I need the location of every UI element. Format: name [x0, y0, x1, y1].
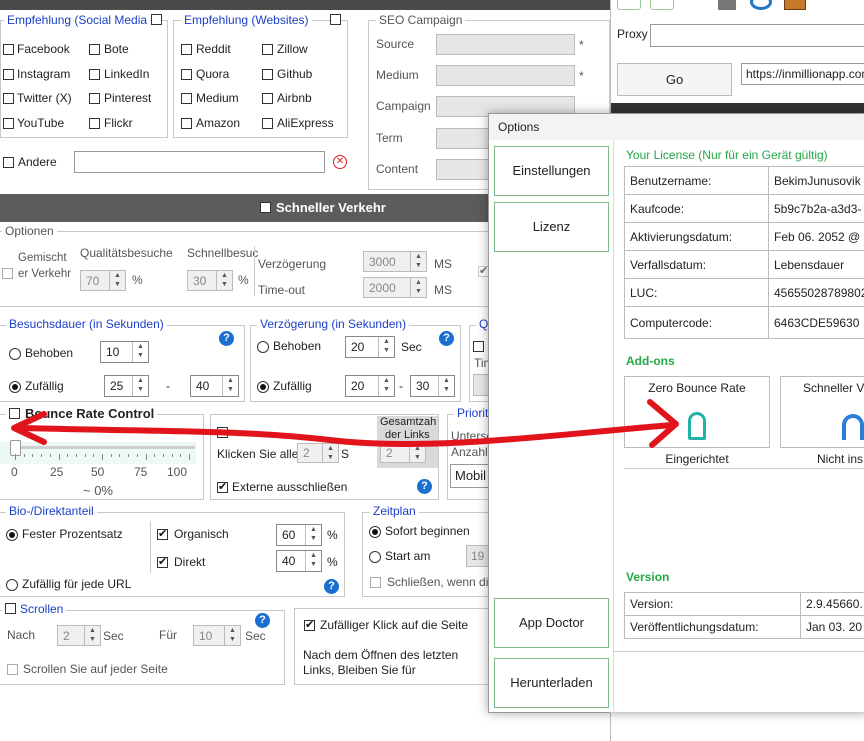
annotation-arrow-shaft — [17, 422, 675, 447]
annotation-arrow — [11, 399, 679, 448]
screen: { "referral_social":{"title":"Empfehlung… — [0, 0, 864, 741]
